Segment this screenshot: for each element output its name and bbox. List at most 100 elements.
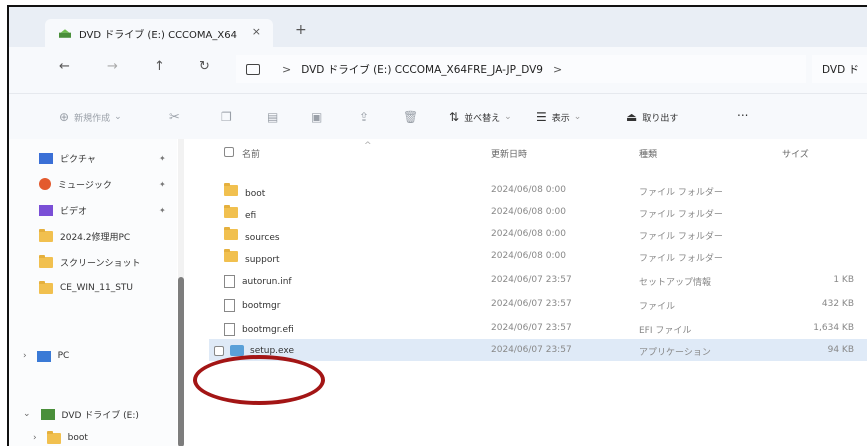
tab-dvd-drive[interactable]: DVD ドライブ (E:) CCCOMA_X64 × [45,19,273,47]
file-icon [224,323,235,336]
cut-icon[interactable]: ✂ [169,110,180,125]
copy-icon[interactable]: ❐ [221,110,232,124]
file-name: sources [245,233,280,243]
file-row[interactable]: sources 2024/06/08 0:00 ファイル フォルダー [199,223,867,245]
nav-item-dvd-drive[interactable]: ⌄ DVD ドライブ (E:) [23,403,139,425]
file-row-selected[interactable]: setup.exe 2024/06/07 23:57 アプリケーション 94 K… [209,339,867,361]
nav-item-pictures[interactable]: ピクチャ ✦ [39,147,166,169]
column-type[interactable]: 種類 [639,147,657,160]
search-box[interactable]: DVD ド [812,55,867,83]
nav-item-label: boot [67,433,88,443]
content-area: ピクチャ ✦ ミュージック ✦ ビデオ ✦ 2024.2修理用PC スクリーンシ… [9,139,867,446]
file-name: boot [245,189,266,199]
scrollbar-thumb[interactable] [178,277,184,446]
pin-icon[interactable]: ✦ [159,206,166,215]
chevron-right-icon[interactable]: › [33,433,37,443]
checkbox-icon[interactable] [214,345,224,356]
file-row[interactable]: efi 2024/06/08 0:00 ファイル フォルダー [199,201,867,223]
chevron-down-icon: ⌄ [504,112,512,122]
folder-icon [46,430,61,444]
file-row[interactable]: support 2024/06/08 0:00 ファイル フォルダー [199,245,867,267]
chevron-down-icon[interactable]: ⌄ [23,409,31,419]
paste-icon[interactable]: ▤ [267,110,278,124]
file-name: support [245,255,280,265]
new-button[interactable]: ⊕ 新規作成 ⌄ [59,110,122,124]
file-row[interactable]: bootmgr.efi 2024/06/07 23:57 EFI ファイル 1,… [199,317,867,339]
more-options-icon[interactable]: ... [737,105,748,119]
navigation-pane: ピクチャ ✦ ミュージック ✦ ビデオ ✦ 2024.2修理用PC スクリーンシ… [9,139,177,446]
pin-icon[interactable]: ✦ [159,180,166,189]
tab-close-icon[interactable]: × [252,25,261,38]
column-size[interactable]: サイズ [782,147,809,160]
view-button-label: 表示 [551,113,570,124]
file-type: セットアップ情報 [639,278,712,288]
eject-button-label: 取り出す [642,113,679,124]
nav-item-pc[interactable]: › PC [23,345,69,367]
checkbox-icon [224,147,234,157]
eject-icon: ⏏ [626,110,638,124]
breadcrumb-separator-icon: > [282,62,292,76]
folder-icon [39,254,53,268]
file-size: 1,634 KB [813,323,854,333]
settings-file-icon [224,275,235,288]
file-row[interactable]: bootmgr 2024/06/07 23:57 ファイル 432 KB [199,293,867,315]
tab-title: DVD ドライブ (E:) CCCOMA_X64 [79,29,237,41]
nav-item-label: 2024.2修理用PC [60,232,131,243]
file-type: ファイル [639,302,676,312]
column-header: 名前 ^ 更新日時 種類 サイズ [184,141,867,167]
file-row[interactable]: boot 2024/06/08 0:00 ファイル フォルダー [199,179,867,201]
file-date: 2024/06/08 0:00 [491,207,566,217]
nav-item-repair-pc[interactable]: 2024.2修理用PC [39,225,130,247]
eject-button[interactable]: ⏏ 取り出す [626,110,678,124]
new-button-label: 新規作成 [74,113,111,124]
breadcrumb-path[interactable]: DVD ドライブ (E:) CCCOMA_X64FRE_JA-JP_DV9 [301,62,543,77]
chevron-right-icon[interactable]: › [23,351,27,361]
file-name: setup.exe [250,346,294,356]
nav-item-videos[interactable]: ビデオ ✦ [39,199,166,221]
share-icon[interactable]: ⇪ [359,110,369,124]
plus-circle-icon: ⊕ [59,110,70,124]
nav-item-music[interactable]: ミュージック ✦ [39,173,166,195]
nav-item-screenshots[interactable]: スクリーンショット [39,251,141,273]
new-tab-button[interactable]: + [295,22,307,38]
back-arrow-icon[interactable]: ← [59,59,70,74]
videos-icon [39,204,53,216]
nav-item-ce-win[interactable]: CE_WIN_11_STU [39,277,133,299]
refresh-icon[interactable]: ↻ [199,59,210,74]
file-date: 2024/06/07 23:57 [491,345,572,355]
folder-icon [224,249,238,262]
rename-icon[interactable]: ▣ [311,110,322,124]
folder-icon [39,228,53,242]
sort-caret-icon: ^ [364,141,372,151]
file-size: 1 KB [833,275,854,285]
nav-item-boot[interactable]: › boot [33,427,88,446]
delete-icon[interactable]: 🗑 [403,110,418,124]
sort-arrows-icon: ⇅ [449,110,460,124]
file-size: 94 KB [827,345,854,355]
file-type: アプリケーション [639,348,711,358]
file-row[interactable]: autorun.inf 2024/06/07 23:57 セットアップ情報 1 … [199,269,867,291]
file-date: 2024/06/08 0:00 [491,251,566,261]
column-date[interactable]: 更新日時 [491,147,527,160]
setup-app-icon [230,345,244,356]
file-type: ファイル フォルダー [639,254,723,264]
up-arrow-icon[interactable]: ↑ [154,59,165,74]
address-bar[interactable]: > DVD ドライブ (E:) CCCOMA_X64FRE_JA-JP_DV9 … [236,55,806,83]
pin-icon[interactable]: ✦ [159,154,166,163]
sort-button[interactable]: ⇅ 並べ替え ⌄ [449,110,512,124]
file-name: bootmgr.efi [242,325,294,335]
dvd-drive-icon [59,28,71,38]
breadcrumb-chevron-icon[interactable]: > [553,63,562,76]
file-date: 2024/06/08 0:00 [491,185,566,195]
nav-scrollbar[interactable] [178,139,184,446]
nav-item-label: ビデオ [60,206,88,217]
view-button[interactable]: ☰ 表示 ⌄ [536,110,581,124]
forward-arrow-icon[interactable]: → [107,59,118,74]
file-icon [224,299,235,312]
sort-button-label: 並べ替え [464,113,501,124]
column-name[interactable]: 名前 [242,147,260,160]
computer-icon [246,63,260,75]
music-icon [39,178,51,190]
chevron-down-icon: ⌄ [573,112,582,122]
nav-item-label: ミュージック [58,180,112,191]
